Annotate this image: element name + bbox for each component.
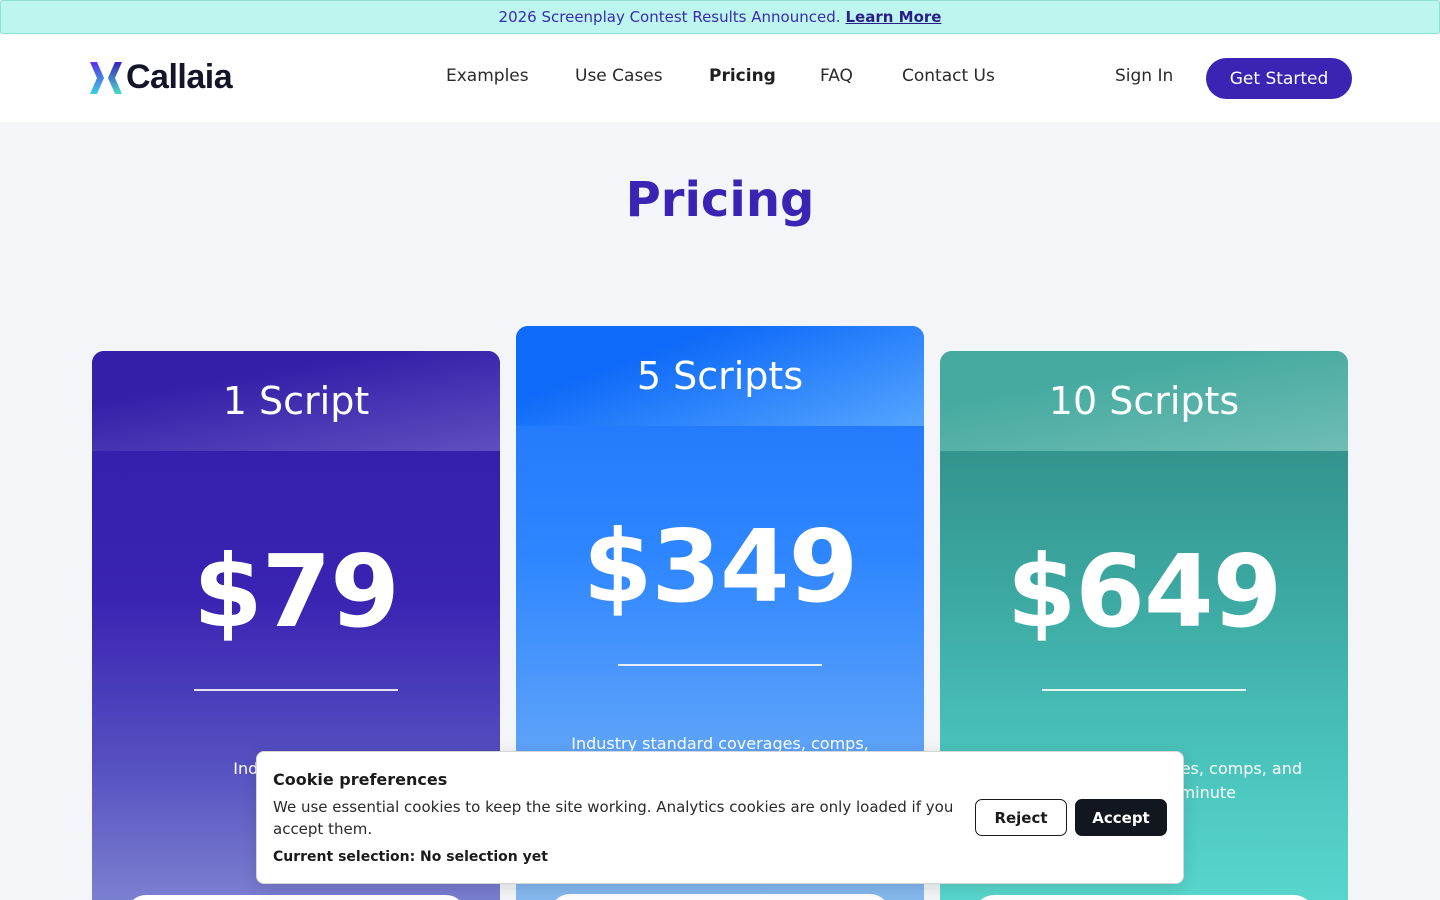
plan-price: $79 — [193, 533, 400, 650]
plan-price: $649 — [1006, 533, 1282, 650]
plan-divider — [1042, 689, 1246, 691]
plan-divider — [618, 664, 822, 666]
cookie-title: Cookie preferences — [273, 770, 448, 789]
plan-name: 5 Scripts — [516, 326, 924, 426]
cookie-description: We use essential cookies to keep the sit… — [273, 798, 954, 838]
cookie-selection-status: Current selection: No selection yet — [273, 849, 548, 865]
plan-divider — [194, 689, 398, 691]
nav-item-use-cases[interactable]: Use Cases — [575, 66, 663, 86]
nav-item-contact-us[interactable]: Contact Us — [902, 66, 995, 86]
announcement-text: 2026 Screenplay Contest Results Announce… — [498, 8, 841, 26]
announcement-banner: 2026 Screenplay Contest Results Announce… — [0, 0, 1440, 34]
plan-name: 10 Scripts — [940, 351, 1348, 451]
nav-item-faq[interactable]: FAQ — [820, 66, 853, 86]
plan-select-button[interactable] — [126, 895, 466, 900]
plan-select-button[interactable] — [974, 895, 1314, 900]
learn-more-link[interactable]: Learn More — [845, 8, 941, 26]
sign-in-link[interactable]: Sign In — [1115, 66, 1173, 86]
plan-name: 1 Script — [92, 351, 500, 451]
plan-price: $349 — [582, 508, 858, 625]
accept-cookies-button[interactable]: Accept — [1075, 799, 1167, 836]
get-started-button[interactable]: Get Started — [1206, 58, 1352, 99]
cookie-consent-banner: Cookie preferences We use essential cook… — [256, 751, 1184, 884]
plan-select-button[interactable] — [550, 894, 890, 900]
page-title: Pricing — [625, 172, 815, 228]
nav-item-pricing[interactable]: Pricing — [709, 66, 776, 86]
site-header: Callaia Examples Use Cases Pricing FAQ C… — [0, 34, 1440, 122]
reject-cookies-button[interactable]: Reject — [975, 799, 1067, 836]
nav-item-examples[interactable]: Examples — [446, 66, 529, 86]
